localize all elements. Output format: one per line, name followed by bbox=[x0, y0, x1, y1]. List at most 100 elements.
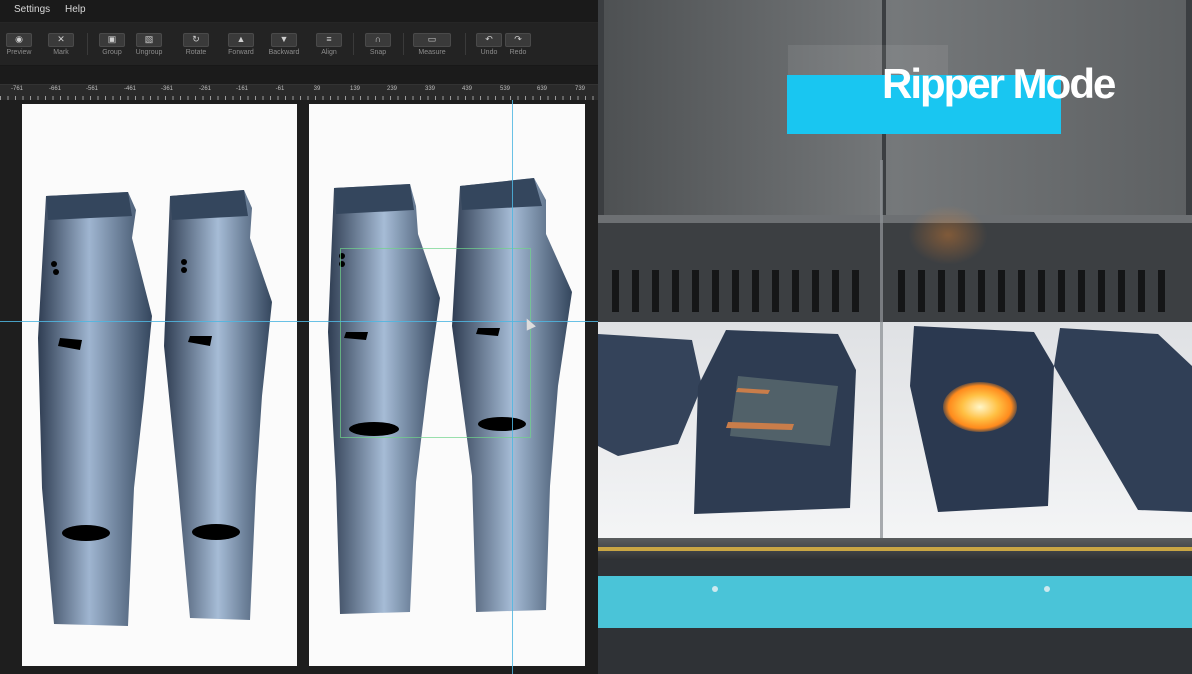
vent-slot bbox=[752, 270, 759, 312]
preview-label: Preview bbox=[6, 49, 32, 56]
toolbar: ◉ Preview ✕ Mark ▣ Group ▧ Ungroup ↻ Rot… bbox=[0, 23, 598, 66]
group-label: Group bbox=[102, 49, 122, 56]
ruler-label: -761 bbox=[10, 86, 24, 92]
design-app-window: Settings Help ◉ Preview ✕ Mark ▣ Group ▧… bbox=[0, 0, 598, 674]
ruler-label: 139 bbox=[349, 86, 361, 92]
vent-slot bbox=[732, 270, 739, 312]
group-icon: ▣ bbox=[99, 33, 125, 47]
vent-slot bbox=[1018, 270, 1025, 312]
ruler-label: 339 bbox=[424, 86, 436, 92]
snap-label: Snap bbox=[369, 49, 387, 56]
menu-settings[interactable]: Settings bbox=[14, 4, 50, 15]
ruler-label: -161 bbox=[235, 86, 249, 92]
ripper-mode-title: Ripper Mode bbox=[882, 60, 1116, 107]
undo-icon: ↶ bbox=[476, 33, 502, 47]
vent-slot bbox=[998, 270, 1005, 312]
screw bbox=[1044, 586, 1050, 592]
machine-rim bbox=[598, 215, 1192, 223]
vent-slot bbox=[958, 270, 965, 312]
rip-mark[interactable] bbox=[192, 524, 240, 540]
undo-button[interactable]: ↶ Undo bbox=[474, 26, 504, 62]
ruler-label: 739 bbox=[574, 86, 586, 92]
vent-slot bbox=[918, 270, 925, 312]
preview-button[interactable]: ◉ Preview bbox=[2, 26, 36, 62]
vent-slot bbox=[772, 270, 779, 312]
vent-slot bbox=[978, 270, 985, 312]
vent-slot bbox=[1138, 270, 1145, 312]
backward-label: Backward bbox=[268, 49, 300, 56]
menu-bar: Settings Help bbox=[0, 0, 598, 23]
ruler-label: -61 bbox=[275, 86, 285, 92]
laser-flame bbox=[943, 382, 1017, 432]
rotate-button[interactable]: ↻ Rotate bbox=[179, 26, 213, 62]
measure-button[interactable]: ▭ Measure bbox=[410, 26, 454, 62]
vent-slot bbox=[632, 270, 639, 312]
mark-label: Mark bbox=[53, 49, 69, 56]
rip-mark[interactable] bbox=[181, 267, 187, 273]
bring-forward-icon: ▲ bbox=[228, 33, 254, 47]
redo-icon: ↷ bbox=[505, 33, 531, 47]
vent-slot bbox=[1158, 270, 1165, 312]
toolbar-separator bbox=[87, 33, 88, 55]
align-label: Align bbox=[321, 49, 337, 56]
eye-icon: ◉ bbox=[6, 33, 32, 47]
vent-slot bbox=[1058, 270, 1065, 312]
vent-slot bbox=[938, 270, 945, 312]
rotate-icon: ↻ bbox=[183, 33, 209, 47]
menu-help[interactable]: Help bbox=[65, 4, 86, 15]
toolbar-separator bbox=[403, 33, 404, 55]
front-rail-strip bbox=[598, 547, 1192, 551]
toolbar-separator bbox=[465, 33, 466, 55]
vent-slot bbox=[612, 270, 619, 312]
horizontal-ruler[interactable]: -761 -661 -561 -461 -361 -261 -161 -61 3… bbox=[0, 84, 598, 101]
group-button[interactable]: ▣ Group bbox=[96, 26, 128, 62]
backward-button[interactable]: ▼ Backward bbox=[264, 26, 304, 62]
jeans-on-table bbox=[598, 326, 1192, 514]
ruler-label: -561 bbox=[85, 86, 99, 92]
ruler-label: -461 bbox=[123, 86, 137, 92]
selection-box[interactable] bbox=[340, 248, 531, 438]
vent-slot bbox=[792, 270, 799, 312]
ruler-label: 239 bbox=[386, 86, 398, 92]
hood-frame bbox=[598, 0, 604, 215]
mark-button[interactable]: ✕ Mark bbox=[44, 26, 78, 62]
horizontal-guide-line[interactable] bbox=[0, 321, 598, 322]
ruler-label: -361 bbox=[160, 86, 174, 92]
redo-button[interactable]: ↷ Redo bbox=[503, 26, 533, 62]
rip-mark[interactable] bbox=[53, 269, 59, 275]
measure-label: Measure bbox=[418, 49, 446, 56]
forward-label: Forward bbox=[228, 49, 254, 56]
rip-mark[interactable] bbox=[62, 525, 110, 541]
screw bbox=[712, 586, 718, 592]
vent-slot bbox=[712, 270, 719, 312]
align-button[interactable]: ≡ Align bbox=[313, 26, 345, 62]
snap-button[interactable]: ∩ Snap bbox=[362, 26, 394, 62]
rip-mark[interactable] bbox=[181, 259, 187, 265]
vertical-guide-line[interactable] bbox=[512, 100, 513, 674]
vent-slot bbox=[1098, 270, 1105, 312]
vent-slot bbox=[1078, 270, 1085, 312]
machine-cyan-band bbox=[598, 576, 1192, 628]
vent-slot bbox=[652, 270, 659, 312]
vent-slot bbox=[1118, 270, 1125, 312]
ungroup-button[interactable]: ▧ Ungroup bbox=[130, 26, 168, 62]
machine-video-frame: Ripper Mode bbox=[598, 0, 1192, 674]
jeans-image-2[interactable] bbox=[158, 186, 282, 626]
ruler-label: -661 bbox=[48, 86, 62, 92]
ruler-label: 639 bbox=[536, 86, 548, 92]
ruler-label: -261 bbox=[198, 86, 212, 92]
ruler-label: 439 bbox=[461, 86, 473, 92]
vent-slot bbox=[672, 270, 679, 312]
vent-slot bbox=[832, 270, 839, 312]
rip-mark[interactable] bbox=[51, 261, 57, 267]
rotate-label: Rotate bbox=[185, 49, 207, 56]
ruler-icon: ▭ bbox=[413, 33, 451, 47]
jeans-image-1[interactable] bbox=[36, 188, 158, 628]
forward-button[interactable]: ▲ Forward bbox=[222, 26, 260, 62]
vent-slot bbox=[692, 270, 699, 312]
vent-slot bbox=[852, 270, 859, 312]
undo-label: Undo bbox=[480, 49, 498, 56]
design-canvas[interactable] bbox=[0, 100, 598, 674]
mark-icon: ✕ bbox=[48, 33, 74, 47]
magnet-icon: ∩ bbox=[365, 33, 391, 47]
